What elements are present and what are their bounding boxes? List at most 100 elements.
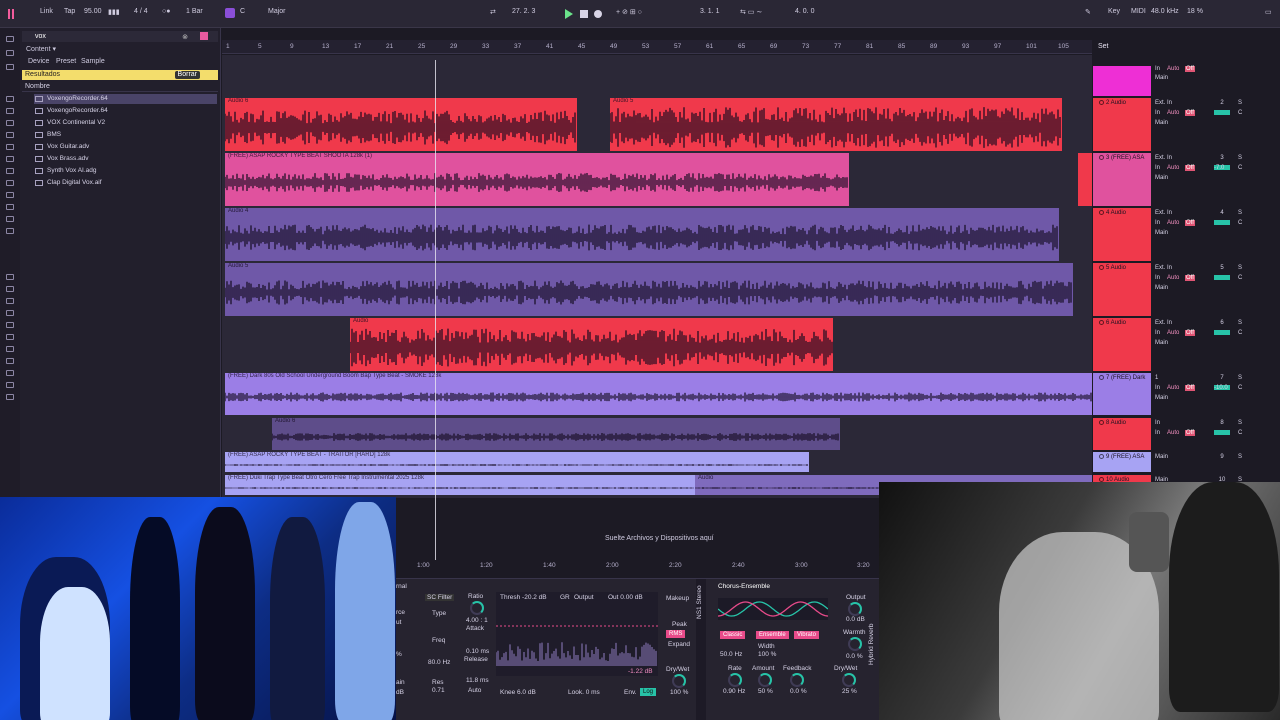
compressor-display[interactable]: Thresh -20.2 dB GR Output Out 0.00 dB -1… <box>496 592 658 676</box>
key-root-select[interactable]: C <box>240 8 245 15</box>
folder-icon[interactable] <box>6 346 14 352</box>
output-select[interactable]: Main <box>1155 175 1168 181</box>
center-pan[interactable]: C <box>1238 165 1242 171</box>
ratio-knob[interactable] <box>470 601 484 615</box>
monitor-auto[interactable]: Auto <box>1167 165 1179 171</box>
track-header[interactable]: 3 (FREE) ASA <box>1093 153 1151 206</box>
center-pan[interactable]: C <box>1238 275 1242 281</box>
folder-icon[interactable] <box>6 358 14 364</box>
makeup-toggle[interactable]: Makeup <box>666 595 689 602</box>
solo-button[interactable]: S <box>1238 320 1242 326</box>
time-signature[interactable]: 4 / 4 <box>134 8 148 15</box>
audio-clip[interactable]: (FREE) Dark 80s Old School Underground B… <box>225 373 1092 415</box>
master-track-header[interactable] <box>1093 66 1151 96</box>
output-select[interactable]: Main <box>1155 395 1168 401</box>
folder-icon[interactable] <box>6 322 14 328</box>
chorus-drywet-knob[interactable] <box>842 673 856 687</box>
quantize-select[interactable]: 1 Bar <box>186 8 203 15</box>
monitor-auto[interactable]: Auto <box>1167 385 1179 391</box>
output-select[interactable]: Main <box>1155 120 1168 126</box>
monitor-in[interactable]: In <box>1155 275 1160 281</box>
folder-icon[interactable] <box>6 286 14 292</box>
browser-item[interactable]: Vox Brass.adv <box>34 154 217 164</box>
audio-clip[interactable]: Audio 4 <box>225 208 1059 261</box>
out-value[interactable]: 0.00 dB <box>620 594 642 601</box>
clear-search-icon[interactable]: ⊗ <box>182 32 188 43</box>
input-select[interactable]: In <box>1155 420 1160 426</box>
auto-button[interactable]: Auto <box>1167 66 1179 72</box>
sidechain-filter-toggle[interactable]: SC Filter <box>425 594 455 601</box>
chorus-mode-classic[interactable]: Classic <box>720 631 746 639</box>
center-pan[interactable]: C <box>1238 430 1242 436</box>
center-pan[interactable]: C <box>1238 385 1242 391</box>
output-select[interactable]: Main <box>1155 285 1168 291</box>
browser-item[interactable]: VoxengoRecorder.64 <box>34 106 217 116</box>
window-icon[interactable]: ▭ <box>1265 8 1272 16</box>
scale-mode-icon[interactable] <box>225 8 235 18</box>
favorites-icon[interactable] <box>6 50 14 56</box>
monitor-auto[interactable]: Auto <box>1167 275 1179 281</box>
track-header[interactable]: 6 Audio <box>1093 318 1151 371</box>
monitor-auto[interactable]: Auto <box>1167 430 1179 436</box>
volume-bar[interactable] <box>1214 330 1230 335</box>
pencil-icon[interactable]: ✎ <box>1085 8 1091 16</box>
metronome-toggle-icon[interactable]: ○● <box>162 8 170 15</box>
arrangement-ruler[interactable]: 1 5 9 13 17 21 25 29 33 37 41 45 49 53 57 61 65 69 73 77 81 8… <box>222 40 1092 54</box>
chorus-output-knob[interactable] <box>848 602 862 616</box>
output-select[interactable]: Main <box>1155 230 1168 236</box>
track-header[interactable]: 8 Audio <box>1093 418 1151 450</box>
audio-clip[interactable]: (FREE) ASAP ROCKY TYPE BEAT SHOOTA 128k … <box>225 153 849 206</box>
loop-start[interactable]: 3. 1. 1 <box>700 8 719 15</box>
track-activator-icon[interactable] <box>1099 420 1104 425</box>
rms-mode[interactable]: RMS <box>666 630 686 638</box>
res-value[interactable]: 0.71 <box>432 687 445 694</box>
midi-map-button[interactable]: MIDI <box>1131 8 1146 15</box>
packs-icon[interactable] <box>6 216 14 222</box>
input-select[interactable]: Ext. In <box>1155 265 1172 271</box>
volume-bar[interactable] <box>1214 430 1230 435</box>
monitor-in[interactable]: In <box>1155 430 1160 436</box>
sounds-icon[interactable] <box>6 64 14 70</box>
monitor-off[interactable]: Off <box>1185 110 1195 116</box>
plugins-icon[interactable] <box>6 144 14 150</box>
amount-knob[interactable] <box>758 673 772 687</box>
output-select[interactable]: Main <box>1155 340 1168 346</box>
width-value[interactable]: 100 % <box>758 651 776 658</box>
input-select[interactable]: Ext. In <box>1155 100 1172 106</box>
track-activator-icon[interactable] <box>1099 265 1104 270</box>
solo-button[interactable]: S <box>1238 420 1242 426</box>
track-header[interactable]: 9 (FREE) ASA <box>1093 452 1151 472</box>
center-pan[interactable]: C <box>1238 330 1242 336</box>
volume-bar[interactable]: -7.0 <box>1214 165 1230 171</box>
auto-release-button[interactable]: Auto <box>468 687 481 694</box>
places-icon[interactable] <box>6 274 14 280</box>
browser-item[interactable]: VoxengoRecorder.64 <box>34 94 217 104</box>
play-button[interactable] <box>565 9 573 19</box>
arrangement-view[interactable]: Audio 6 Audio 5 (FREE) ASAP ROCKY TYPE B… <box>222 55 1092 498</box>
volume-bar[interactable] <box>1214 275 1230 280</box>
release-value[interactable]: 11.8 ms <box>466 677 489 684</box>
filter-device[interactable]: Device <box>28 58 49 65</box>
output-toggle[interactable]: Output <box>574 594 594 601</box>
monitor-in[interactable]: In <box>1155 165 1160 171</box>
monitor-auto[interactable]: Auto <box>1167 220 1179 226</box>
audio-clip[interactable]: Audio 6 <box>272 418 840 450</box>
midi-effects-icon[interactable] <box>6 132 14 138</box>
arrangement-position[interactable]: 27. 2. 3 <box>512 8 535 15</box>
audio-clip[interactable]: (FREE) ASAP ROCKY TYPE BEAT - TRAITOR [H… <box>225 452 809 472</box>
freq-value[interactable]: 80.0 Hz <box>428 659 450 666</box>
record-button[interactable] <box>594 10 602 18</box>
monitor-auto[interactable]: Auto <box>1167 110 1179 116</box>
track-header[interactable]: 4 Audio <box>1093 208 1151 261</box>
audio-clip[interactable]: (FREE) Duki Trap Type Beat Otro Cero Fre… <box>225 475 695 495</box>
scale-select[interactable]: Major <box>268 8 286 15</box>
monitor-auto[interactable]: Auto <box>1167 330 1179 336</box>
warmth-knob[interactable] <box>848 637 862 651</box>
browser-item[interactable]: VOX Continental V2 <box>34 118 217 128</box>
peak-mode[interactable]: Peak <box>672 621 687 628</box>
env-log-toggle[interactable]: Log <box>640 688 657 696</box>
chorus-mode-ensemble[interactable]: Ensemble <box>756 631 789 639</box>
column-header-name[interactable]: Nombre <box>22 83 218 92</box>
folder-icon[interactable] <box>6 334 14 340</box>
folder-icon[interactable] <box>6 382 14 388</box>
